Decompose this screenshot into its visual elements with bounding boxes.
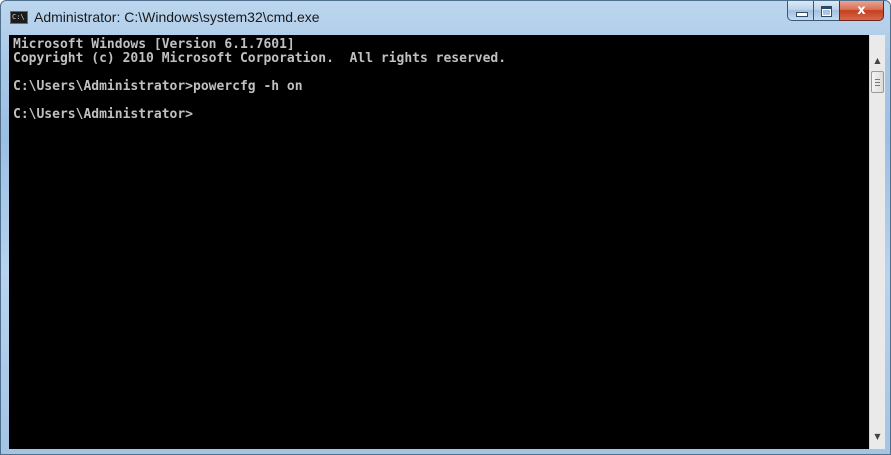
grip-line	[875, 79, 880, 80]
close-icon: x	[857, 3, 866, 18]
console-prompt-line: C:\Users\Administrator>	[13, 107, 194, 122]
console-line: C:\Users\Administrator>powercfg -h on	[13, 79, 303, 94]
console-line: Microsoft Windows [Version 6.1.7601]	[13, 37, 295, 52]
scroll-up-arrow-icon[interactable]: ▲	[870, 53, 885, 69]
window-title: Administrator: C:\Windows\system32\cmd.e…	[34, 9, 320, 25]
maximize-icon	[821, 6, 832, 17]
title-bar[interactable]: C:\ Administrator: C:\Windows\system32\c…	[1, 1, 890, 35]
minimize-icon	[796, 12, 808, 17]
minimize-button[interactable]	[787, 1, 813, 21]
maximize-button[interactable]	[813, 1, 839, 21]
grip-line	[875, 82, 880, 83]
console-output[interactable]: Microsoft Windows [Version 6.1.7601] Cop…	[9, 35, 869, 449]
grip-line	[875, 85, 880, 86]
cmd-window: C:\ Administrator: C:\Windows\system32\c…	[0, 0, 891, 455]
console-line: Copyright (c) 2010 Microsoft Corporation…	[13, 51, 507, 66]
caption-buttons: x	[787, 1, 884, 21]
scroll-down-arrow-icon[interactable]: ▼	[870, 429, 885, 445]
vertical-scrollbar[interactable]: ▲ ▼	[869, 35, 885, 449]
cmd-icon[interactable]: C:\	[10, 11, 28, 24]
close-button[interactable]: x	[839, 1, 884, 21]
scrollbar-thumb[interactable]	[871, 71, 884, 93]
cmd-icon-text: C:\	[12, 13, 25, 21]
